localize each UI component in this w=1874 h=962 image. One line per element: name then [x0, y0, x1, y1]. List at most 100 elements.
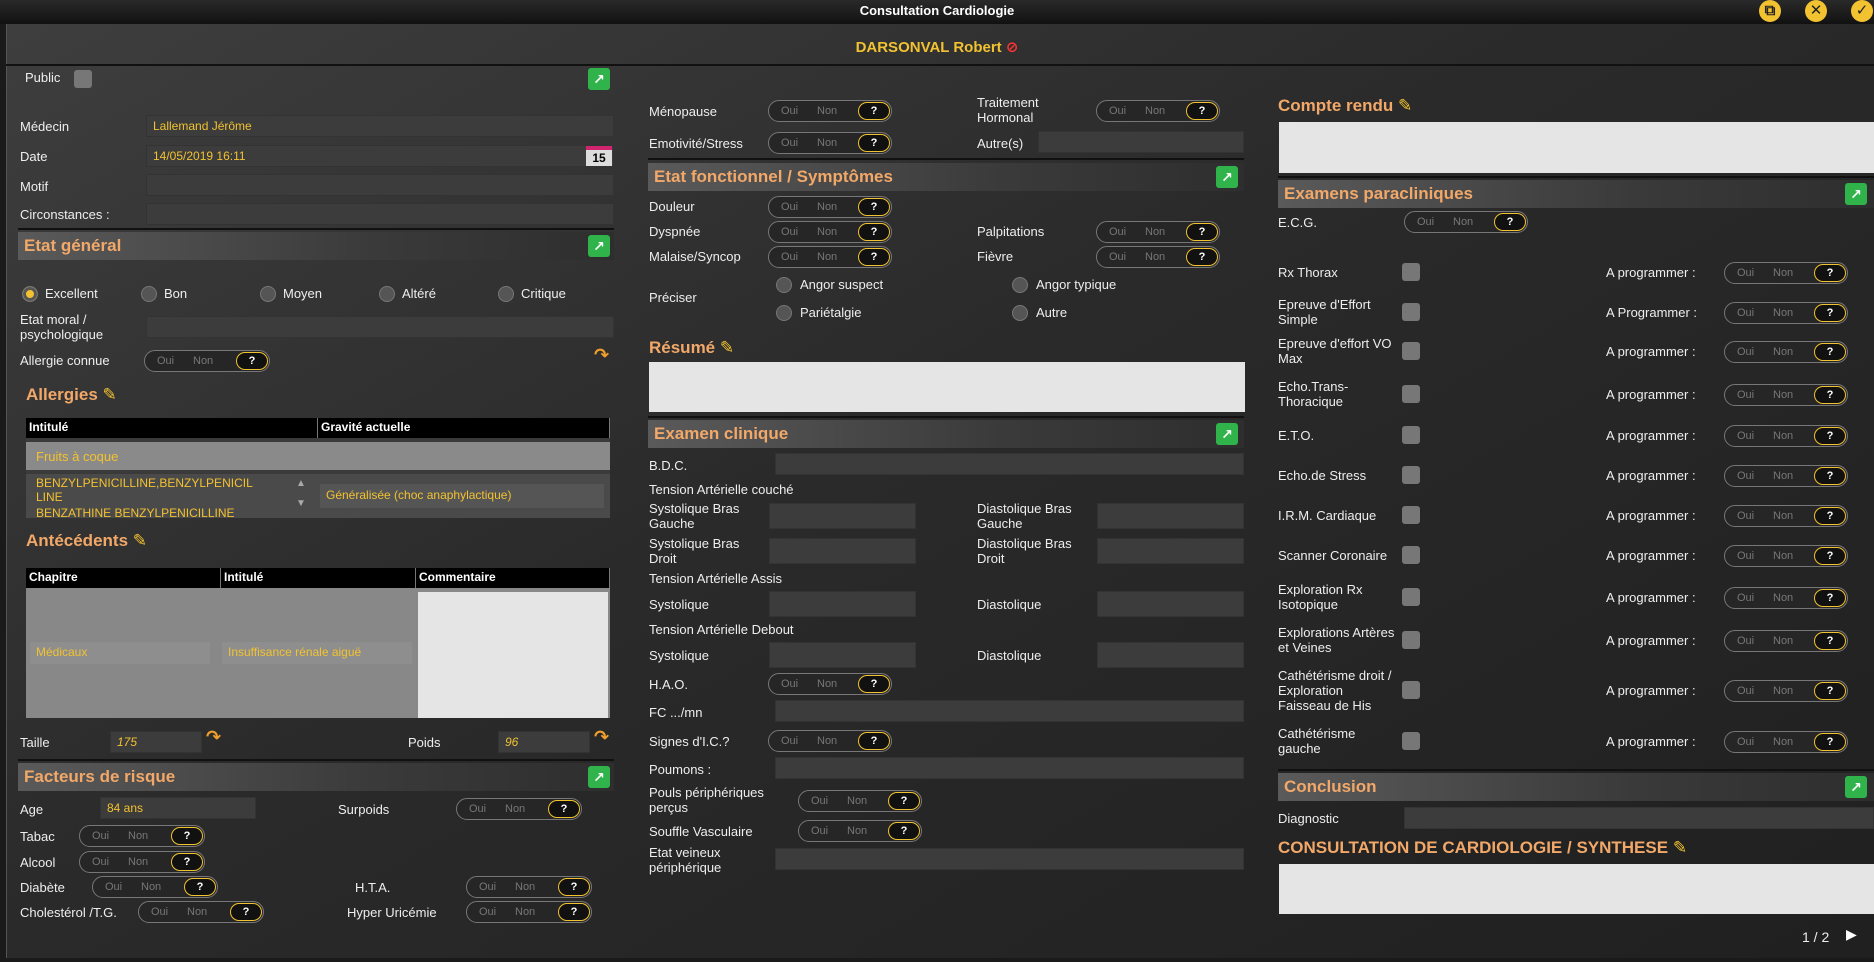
sys-d-field[interactable] [769, 538, 916, 564]
calendar-icon[interactable]: 15 [586, 146, 612, 166]
etat-veineux-field[interactable] [775, 848, 1244, 870]
exam-checkbox[interactable] [1402, 631, 1420, 649]
exam-checkbox[interactable] [1402, 588, 1420, 606]
autres-field[interactable] [1038, 131, 1244, 153]
signes-toggle[interactable]: Oui Non? [768, 730, 892, 752]
date-field[interactable]: 14/05/2019 16:11 [146, 145, 614, 167]
programmer-toggle[interactable]: Oui Non? [1724, 262, 1848, 284]
radio-altere[interactable] [379, 286, 395, 302]
comment-area[interactable] [418, 592, 608, 718]
motif-field[interactable] [146, 174, 614, 196]
tabac-toggle[interactable]: Oui Non? [79, 825, 205, 847]
radio-angor-typique[interactable] [1012, 277, 1028, 293]
programmer-toggle[interactable]: Oui Non? [1724, 680, 1848, 702]
programmer-toggle[interactable]: Oui Non? [1724, 545, 1848, 567]
programmer-toggle[interactable]: Oui Non? [1724, 731, 1848, 753]
fc-field[interactable] [775, 700, 1244, 722]
hao-toggle[interactable]: Oui Non? [768, 673, 892, 695]
unlock-button[interactable]: ↗ [1845, 183, 1867, 205]
cholesterol-toggle[interactable]: Oui Non? [138, 901, 264, 923]
dyspnee-toggle[interactable]: Oui Non? [768, 221, 892, 243]
refresh-icon[interactable]: ↷ [594, 727, 609, 748]
menopause-toggle[interactable]: Oui Non? [768, 100, 892, 122]
dia-g-field[interactable] [1097, 503, 1244, 529]
circonstances-field[interactable] [146, 203, 614, 225]
unlock-button[interactable]: ↗ [1216, 166, 1238, 188]
next-page-icon[interactable]: ▶ [1846, 926, 1857, 943]
alcool-toggle[interactable]: Oui Non? [79, 851, 205, 873]
exam-checkbox[interactable] [1402, 385, 1420, 403]
medecin-field[interactable]: Lallemand Jérôme [146, 115, 614, 137]
radio-parietalgie[interactable] [776, 305, 792, 321]
traitement-toggle[interactable]: Oui Non? [1096, 100, 1220, 122]
exam-checkbox[interactable] [1402, 342, 1420, 360]
exam-checkbox[interactable] [1402, 303, 1420, 321]
radio-excellent[interactable] [22, 286, 38, 302]
table-row[interactable]: Fruits à coque [26, 442, 610, 470]
radio-angor-suspect[interactable] [776, 277, 792, 293]
malaise-toggle[interactable]: Oui Non? [768, 246, 892, 268]
poids-field[interactable]: 96 [498, 731, 590, 753]
refresh-icon[interactable]: ↷ [206, 727, 221, 748]
douleur-toggle[interactable]: Oui Non? [768, 196, 892, 218]
unlock-button[interactable]: ↗ [588, 68, 610, 90]
etat-moral-field[interactable] [146, 316, 614, 338]
programmer-toggle[interactable]: Oui Non? [1724, 425, 1848, 447]
bdc-field[interactable] [775, 453, 1244, 475]
sys-g-field[interactable] [769, 503, 916, 529]
radio-bon[interactable] [141, 286, 157, 302]
scroll-up-icon[interactable]: ▲ [296, 478, 306, 489]
taille-field[interactable]: 175 [110, 731, 202, 753]
programmer-toggle[interactable]: Oui Non? [1724, 587, 1848, 609]
sys-debout-field[interactable] [769, 642, 916, 668]
ecg-toggle[interactable]: Oui Non? [1404, 211, 1528, 233]
scroll-down-icon[interactable]: ▼ [296, 498, 306, 509]
fievre-toggle[interactable]: Oui Non? [1096, 246, 1220, 268]
exam-checkbox[interactable] [1402, 681, 1420, 699]
chapitre-cell[interactable]: Médicaux [30, 642, 210, 664]
unlock-button[interactable]: ↗ [1216, 423, 1238, 445]
emotivite-toggle[interactable]: Oui Non? [768, 132, 892, 154]
intitule-cell[interactable]: Insuffisance rénale aiguë [222, 642, 412, 664]
programmer-toggle[interactable]: Oui Non? [1724, 341, 1848, 363]
close-icon[interactable]: ✕ [1805, 0, 1827, 22]
dia-d-field[interactable] [1097, 538, 1244, 564]
unlock-button[interactable]: ↗ [1845, 776, 1867, 798]
sys-assis-field[interactable] [769, 591, 916, 617]
radio-moyen[interactable] [260, 286, 276, 302]
table-row[interactable]: BENZYLPENICILLINE,BENZYLPENICIL LINE BEN… [26, 474, 610, 518]
pouls-toggle[interactable]: Oui Non? [798, 790, 922, 812]
programmer-toggle[interactable]: Oui Non? [1724, 505, 1848, 527]
dia-debout-field[interactable] [1097, 642, 1244, 668]
hta-toggle[interactable]: Oui Non? [466, 876, 592, 898]
unlock-button[interactable]: ↗ [588, 235, 610, 257]
dia-assis-field[interactable] [1097, 591, 1244, 617]
diabete-toggle[interactable]: Oui Non? [92, 876, 218, 898]
hyper-uricemie-toggle[interactable]: Oui Non? [466, 901, 592, 923]
validate-icon[interactable]: ✓ [1851, 0, 1873, 22]
compte-rendu-textarea[interactable] [1279, 122, 1874, 173]
public-checkbox[interactable] [74, 70, 92, 88]
synthese-textarea[interactable] [1279, 864, 1874, 914]
exam-checkbox[interactable] [1402, 426, 1420, 444]
souffle-toggle[interactable]: Oui Non? [798, 820, 922, 842]
programmer-toggle[interactable]: Oui Non? [1724, 384, 1848, 406]
radio-critique[interactable] [498, 286, 514, 302]
resume-textarea[interactable] [649, 362, 1245, 412]
exam-checkbox[interactable] [1402, 263, 1420, 281]
diagnostic-field[interactable] [1404, 807, 1874, 829]
allergie-toggle[interactable]: Oui Non? [144, 350, 270, 372]
programmer-toggle[interactable]: Oui Non? [1724, 465, 1848, 487]
restore-icon[interactable]: ⧉ [1759, 0, 1781, 22]
poumons-field[interactable] [775, 757, 1244, 779]
surpoids-toggle[interactable]: Oui Non? [456, 798, 582, 820]
unlock-button[interactable]: ↗ [588, 766, 610, 788]
exam-checkbox[interactable] [1402, 732, 1420, 750]
exam-checkbox[interactable] [1402, 546, 1420, 564]
programmer-toggle[interactable]: Oui Non? [1724, 630, 1848, 652]
refresh-icon[interactable]: ↷ [594, 345, 609, 366]
exam-checkbox[interactable] [1402, 466, 1420, 484]
radio-autre[interactable] [1012, 305, 1028, 321]
exam-checkbox[interactable] [1402, 506, 1420, 524]
palpitations-toggle[interactable]: Oui Non? [1096, 221, 1220, 243]
